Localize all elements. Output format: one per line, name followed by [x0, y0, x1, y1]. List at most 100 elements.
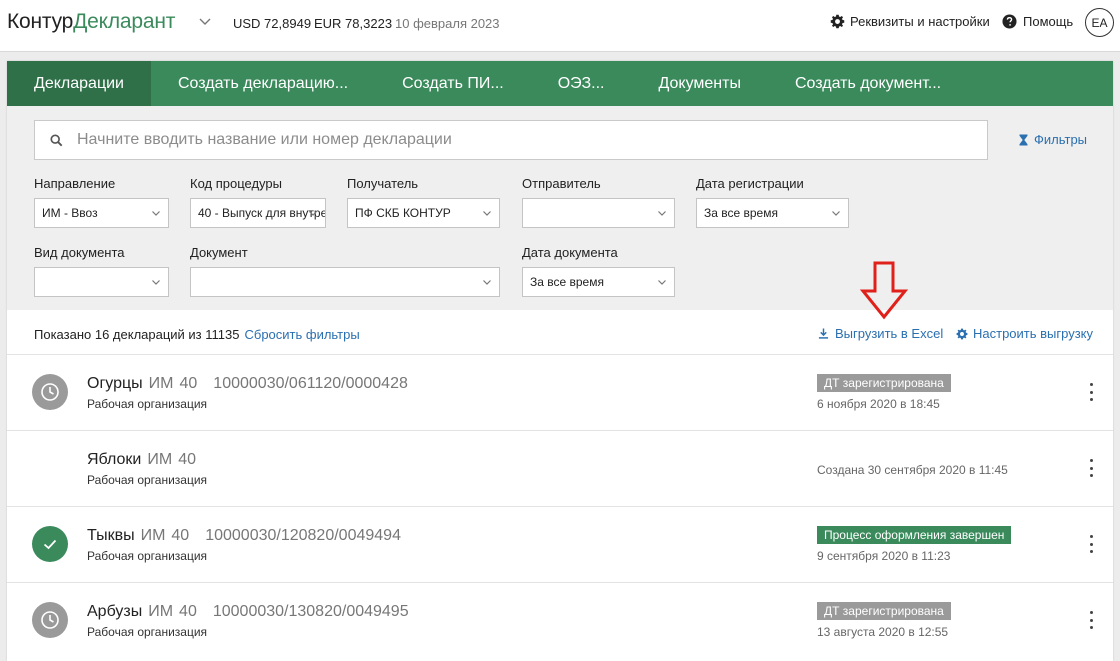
recipient-value: ПФ СКБ КОНТУР — [355, 206, 451, 220]
reg-date-value: За все время — [704, 206, 778, 220]
direction-label: Направление — [34, 176, 116, 191]
reg-date-label: Дата регистрации — [696, 176, 804, 191]
row-organization: Рабочая организация — [87, 549, 208, 563]
document-select[interactable] — [190, 267, 500, 297]
row-code: 40 — [179, 603, 197, 620]
more-menu-icon[interactable] — [1086, 611, 1096, 629]
avatar[interactable]: EA — [1085, 8, 1114, 37]
nav-tabs: Декларации Создать декларацию... Создать… — [7, 61, 1113, 106]
declaration-row[interactable]: Яблоки ИМ 40 Рабочая организация Создана 3… — [7, 430, 1113, 506]
reset-filters-link[interactable]: Сбросить фильтры — [244, 327, 359, 342]
row-organization: Рабочая организация — [87, 625, 208, 639]
document-label: Документ — [190, 245, 248, 260]
help-link[interactable]: Помощь — [1002, 14, 1073, 29]
search-placeholder: Начните вводить название или номер декла… — [77, 131, 452, 148]
row-direction: ИМ — [148, 375, 174, 392]
red-arrow-annotation — [859, 261, 909, 320]
chevron-down-icon — [152, 211, 160, 216]
export-excel-label: Выгрузить в Excel — [835, 326, 944, 341]
settings-label: Реквизиты и настройки — [850, 14, 990, 29]
row-code: 40 — [171, 527, 190, 544]
tab-create-declaration[interactable]: Создать декларацию... — [151, 61, 375, 106]
results-count: Показано 16 деклараций из 11135 — [34, 327, 240, 342]
row-number: 10000030/061120/0000428 — [213, 375, 408, 392]
row-date: 13 августа 2020 в 12:55 — [817, 625, 949, 639]
tab-create-pi[interactable]: Создать ПИ... — [375, 61, 531, 106]
doc-date-select[interactable]: За все время — [522, 267, 675, 297]
hourglass-icon — [1019, 134, 1028, 145]
eur-rate: EUR 78,3223 — [314, 16, 393, 31]
filters-area: Начните вводить название или номер декла… — [7, 106, 1113, 310]
chevron-down-icon — [483, 211, 491, 216]
help-label: Помощь — [1023, 14, 1074, 29]
reg-date-select[interactable]: За все время — [696, 198, 849, 228]
current-date: 10 февраля 2023 — [395, 16, 500, 31]
procedure-value: 40 - Выпуск для внутреннего потребления — [198, 206, 325, 220]
row-date: 9 сентября 2020 в 11:23 — [817, 549, 951, 563]
status-badge: ДТ зарегистрирована — [817, 374, 951, 392]
declaration-row[interactable]: Тыквы ИМ 40 10000030/120820/0049494 Рабочая… — [7, 506, 1113, 582]
more-menu-icon[interactable] — [1086, 383, 1096, 401]
row-direction: ИМ — [147, 451, 173, 468]
more-menu-icon[interactable] — [1086, 459, 1096, 477]
row-code: 40 — [178, 451, 196, 468]
export-excel-link[interactable]: Выгрузить в Excel — [818, 326, 943, 341]
status-badge: Процесс оформления завершен — [817, 526, 1012, 544]
declaration-row[interactable]: Огурцы ИМ 40 10000030/061120/0000428 Рабоча… — [7, 354, 1113, 430]
logo-deklarant: Декларант — [73, 10, 176, 33]
logo-kontur: Контур — [7, 10, 74, 33]
row-name: Яблоки — [87, 451, 142, 468]
procedure-select[interactable]: 40 - Выпуск для внутреннего потребления — [190, 198, 326, 228]
row-title: Огурцы ИМ 40 10000030/061120/0000428 — [87, 375, 408, 393]
configure-export-label: Настроить выгрузку — [973, 326, 1094, 341]
chevron-down-icon — [483, 280, 491, 285]
declaration-row[interactable]: Арбузы ИМ 40 10000030/130820/0049495 Рабоча… — [7, 582, 1113, 658]
main-panel: Декларации Создать декларацию... Создать… — [7, 61, 1113, 661]
recipient-label: Получатель — [347, 176, 419, 191]
usd-rate: USD 72,8949 — [233, 16, 312, 31]
chevron-down-icon — [658, 211, 666, 216]
row-date: Создана 30 сентября 2020 в 11:45 — [817, 463, 1008, 477]
chevron-down-icon — [832, 211, 840, 216]
status-badge: ДТ зарегистрирована — [817, 602, 951, 620]
sender-label: Отправитель — [522, 176, 601, 191]
procedure-label: Код процедуры — [190, 176, 282, 191]
direction-value: ИМ - Ввоз — [42, 206, 98, 220]
gear-icon — [956, 328, 968, 339]
clock-icon — [32, 602, 68, 638]
sender-select[interactable] — [522, 198, 675, 228]
row-name: Арбузы — [87, 603, 143, 620]
chevron-down-icon — [658, 280, 666, 285]
search-icon — [50, 133, 63, 146]
doc-date-label: Дата документа — [522, 245, 618, 260]
row-date: 6 ноября 2020 в 18:45 — [817, 397, 940, 411]
row-code: 40 — [179, 375, 198, 392]
row-name: Огурцы — [87, 375, 143, 392]
direction-select[interactable]: ИМ - Ввоз — [34, 198, 169, 228]
chevron-down-icon — [152, 280, 160, 285]
configure-export-link[interactable]: Настроить выгрузку — [956, 326, 1093, 341]
row-title: Яблоки ИМ 40 — [87, 451, 196, 469]
search-input[interactable]: Начните вводить название или номер декла… — [34, 120, 988, 160]
recipient-select[interactable]: ПФ СКБ КОНТУР — [347, 198, 500, 228]
row-title: Арбузы ИМ 40 10000030/130820/0049495 — [87, 603, 409, 621]
top-bar: КонтурДекларант USD 72,8949 EUR 78,3223 … — [0, 0, 1120, 52]
settings-link[interactable]: Реквизиты и настройки — [830, 14, 990, 29]
results-summary: Показано 16 деклараций из 11135 Сбросить … — [34, 327, 360, 342]
tab-oez[interactable]: ОЭЗ... — [531, 61, 632, 106]
help-icon — [1002, 14, 1017, 29]
tab-declarations[interactable]: Декларации — [7, 61, 151, 106]
doc-type-label: Вид документа — [34, 245, 125, 260]
chevron-down-icon[interactable] — [198, 14, 212, 28]
doc-type-select[interactable] — [34, 267, 169, 297]
row-title: Тыквы ИМ 40 10000030/120820/0049494 — [87, 527, 401, 545]
tab-create-document[interactable]: Создать документ... — [768, 61, 968, 106]
filters-toggle[interactable]: Фильтры — [1019, 132, 1087, 147]
row-organization: Рабочая организация — [87, 397, 208, 411]
doc-date-value: За все время — [530, 275, 604, 289]
more-menu-icon[interactable] — [1086, 535, 1096, 553]
tab-documents[interactable]: Документы — [631, 61, 767, 106]
kontur-logo[interactable]: КонтурДекларант — [7, 10, 175, 34]
row-direction: ИМ — [140, 527, 166, 544]
clock-icon — [32, 374, 68, 410]
